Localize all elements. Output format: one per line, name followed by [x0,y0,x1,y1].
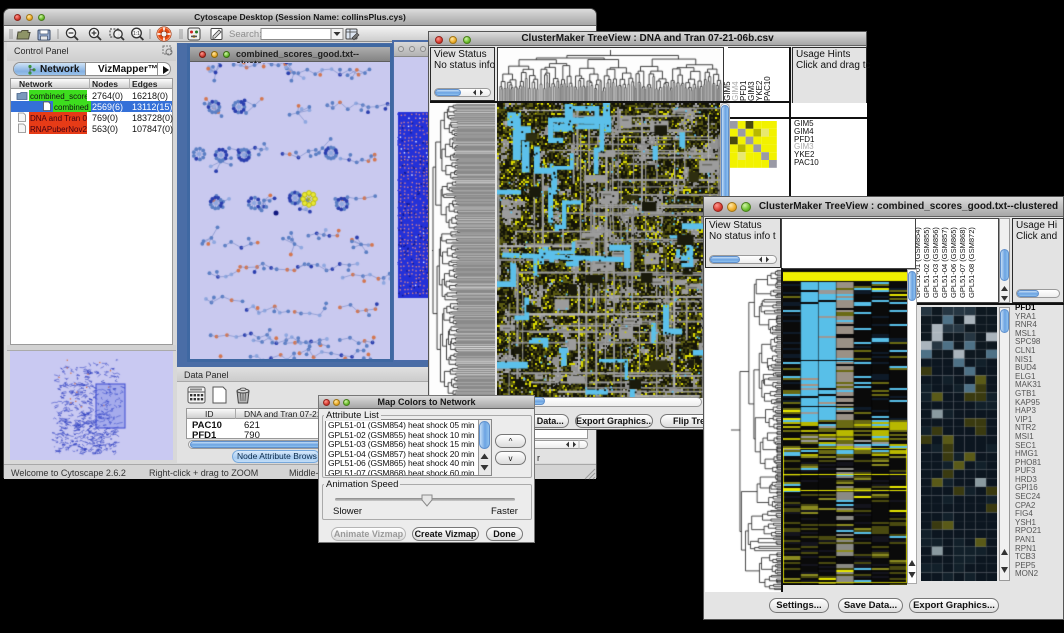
svg-text:Search:: Search: [229,29,262,40]
svg-text:1:1: 1:1 [133,31,140,37]
